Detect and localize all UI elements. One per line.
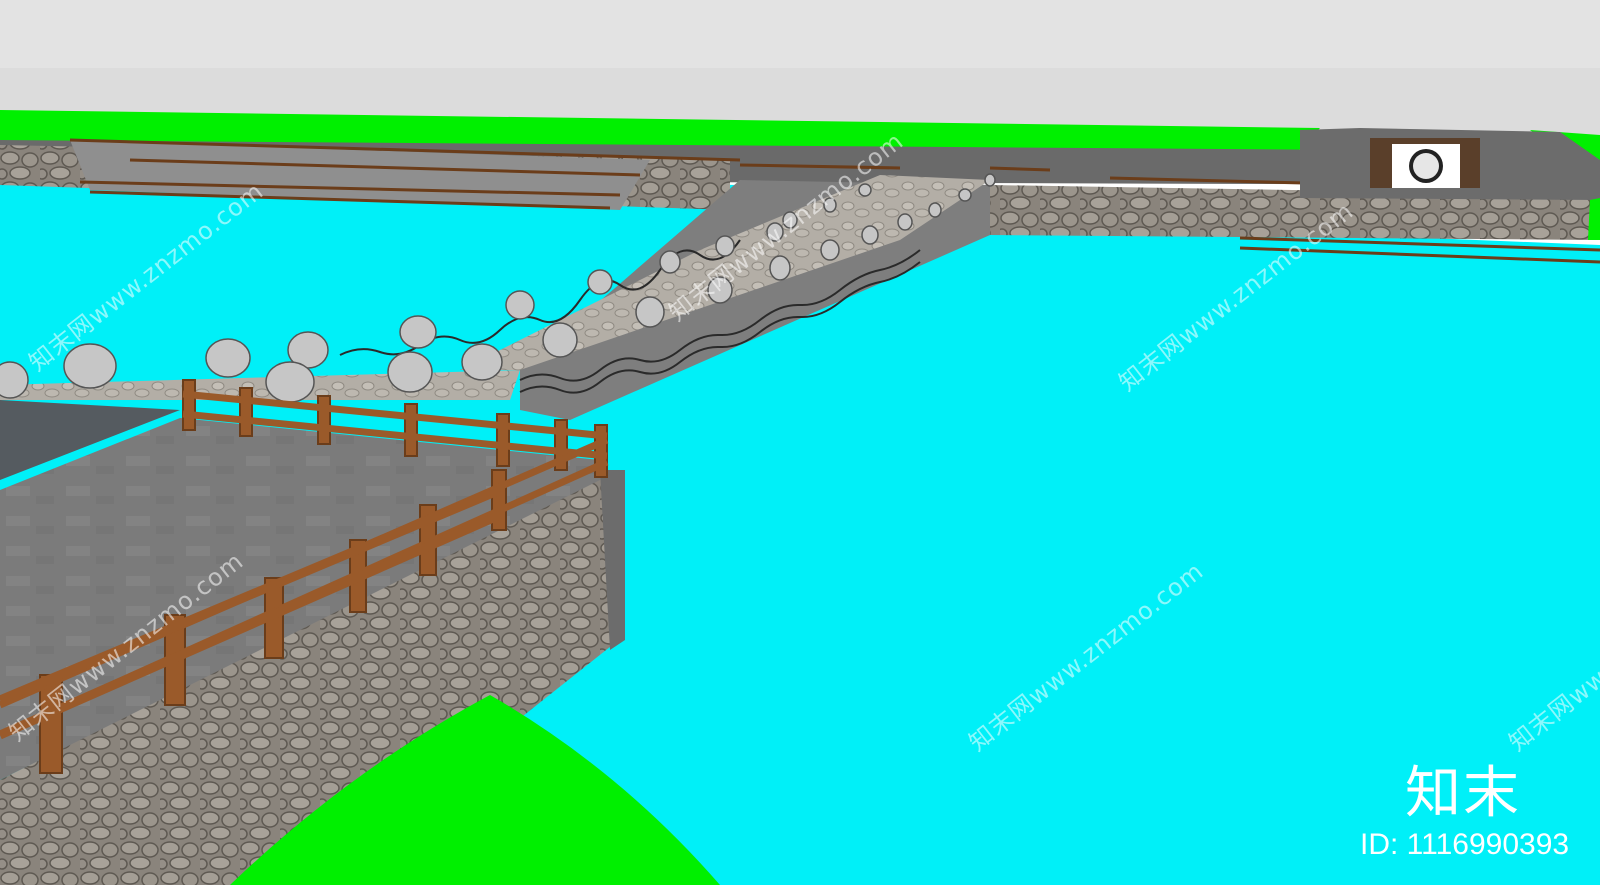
scene-illustration [0,0,1600,885]
watermark-id: ID: 1116990393 [1360,828,1570,861]
scene-render: 知末网www.znzmo.com 知末网www.znzmo.com 知末网www… [0,0,1600,885]
sky-band [0,0,1600,68]
watermark-logo: 知末 [1405,761,1521,826]
